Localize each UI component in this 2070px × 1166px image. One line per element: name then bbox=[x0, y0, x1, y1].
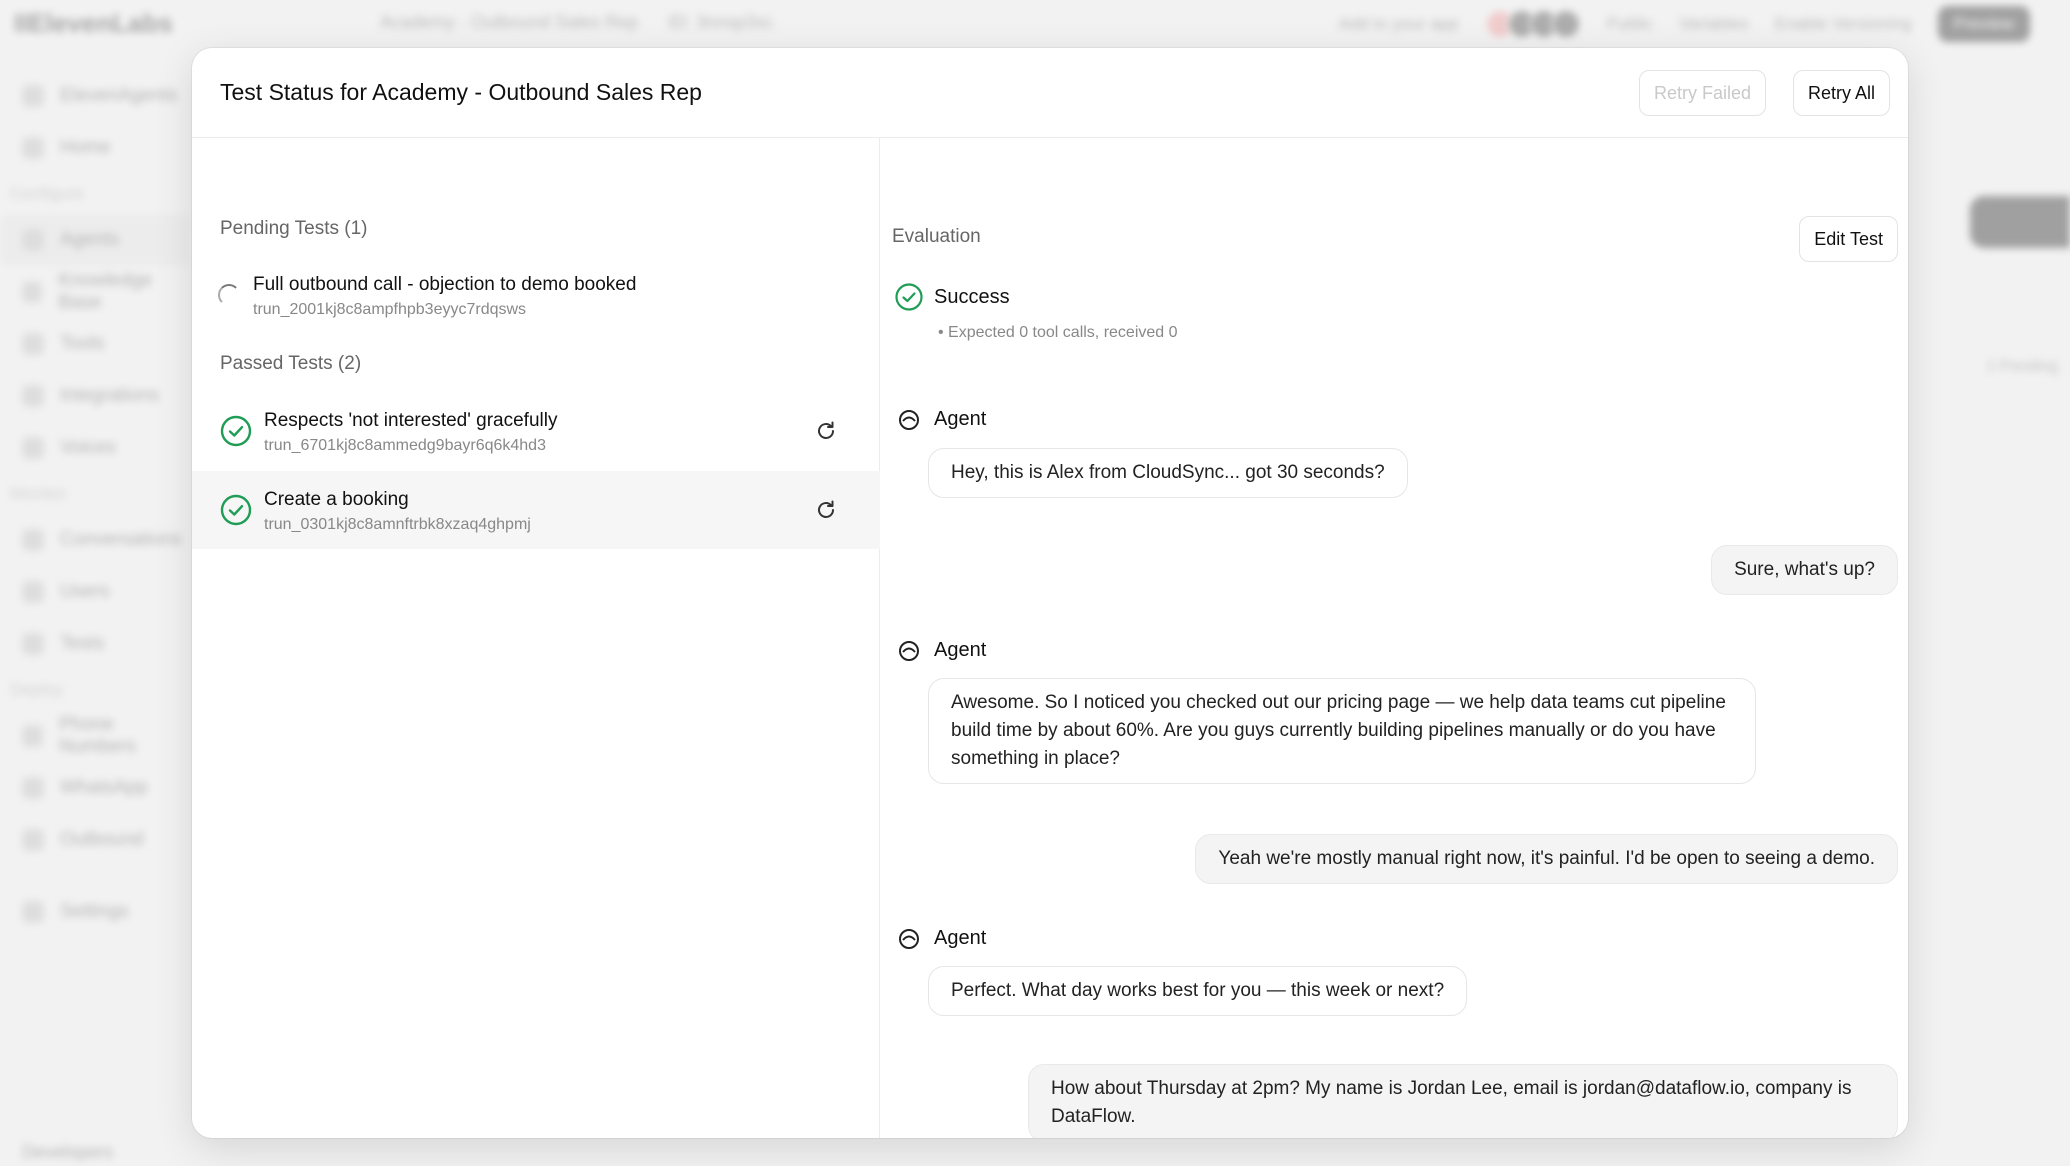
modal-title: Test Status for Academy - Outbound Sales… bbox=[220, 79, 702, 105]
retry-icon[interactable] bbox=[814, 419, 838, 443]
evaluation-label: Evaluation bbox=[892, 226, 981, 247]
speaker-label-agent: Agent bbox=[898, 408, 986, 431]
speaker-label-agent: Agent bbox=[898, 639, 986, 662]
test-run-id: trun_6701kj8c8ammedg9bayr6q6k4hd3 bbox=[264, 437, 546, 454]
evaluation-result: Success bbox=[934, 286, 1010, 308]
test-run-id: trun_0301kj8c8amnftrbk8xzaq4ghpmj bbox=[264, 516, 531, 533]
success-check-icon bbox=[895, 283, 923, 311]
test-status-modal: Test Status for Academy - Outbound Sales… bbox=[192, 48, 1908, 1138]
agent-icon bbox=[899, 640, 919, 661]
user-message: How about Thursday at 2pm? My name is Jo… bbox=[1028, 1064, 1898, 1138]
agent-message: Awesome. So I noticed you checked out ou… bbox=[928, 678, 1756, 784]
agent-message: Hey, this is Alex from CloudSync... got … bbox=[928, 448, 1408, 498]
retry-icon[interactable] bbox=[814, 498, 838, 522]
edit-test-button[interactable]: Edit Test bbox=[1799, 216, 1898, 262]
evaluation-detail: • Expected 0 tool calls, received 0 bbox=[938, 324, 1178, 341]
passed-tests-title: Passed Tests (2) bbox=[220, 353, 362, 374]
pending-test-row[interactable]: Full outbound call - objection to demo b… bbox=[192, 256, 880, 334]
speaker-label-agent: Agent bbox=[898, 927, 986, 950]
test-name: Create a booking bbox=[264, 489, 409, 510]
pending-tests-title: Pending Tests (1) bbox=[220, 218, 368, 239]
loading-spinner-icon bbox=[218, 284, 240, 306]
retry-all-button[interactable]: Retry All bbox=[1792, 70, 1890, 116]
check-circle-icon bbox=[220, 415, 252, 447]
passed-test-row-selected[interactable]: Create a booking trun_0301kj8c8amnftrbk8… bbox=[192, 471, 880, 549]
agent-icon bbox=[899, 409, 919, 430]
user-message: Sure, what's up? bbox=[1711, 545, 1898, 595]
retry-failed-button[interactable]: Retry Failed bbox=[1638, 70, 1766, 116]
test-name: Respects 'not interested' gracefully bbox=[264, 410, 558, 431]
test-list-pane: Pending Tests (1) Full outbound call - o… bbox=[192, 138, 880, 1138]
user-message: Yeah we're mostly manual right now, it's… bbox=[1195, 834, 1898, 884]
evaluation-pane: Evaluation Edit Test Success • Expected … bbox=[880, 138, 1908, 1138]
modal-header: Test Status for Academy - Outbound Sales… bbox=[192, 48, 1908, 138]
test-run-id: trun_2001kj8c8ampfhpb3eyyc7rdqsws bbox=[253, 301, 527, 318]
check-circle-icon bbox=[220, 494, 252, 526]
agent-icon bbox=[899, 928, 919, 949]
passed-test-row[interactable]: Respects 'not interested' gracefully tru… bbox=[192, 392, 880, 470]
agent-message: Perfect. What day works best for you — t… bbox=[928, 966, 1468, 1016]
test-name: Full outbound call - objection to demo b… bbox=[253, 274, 637, 295]
